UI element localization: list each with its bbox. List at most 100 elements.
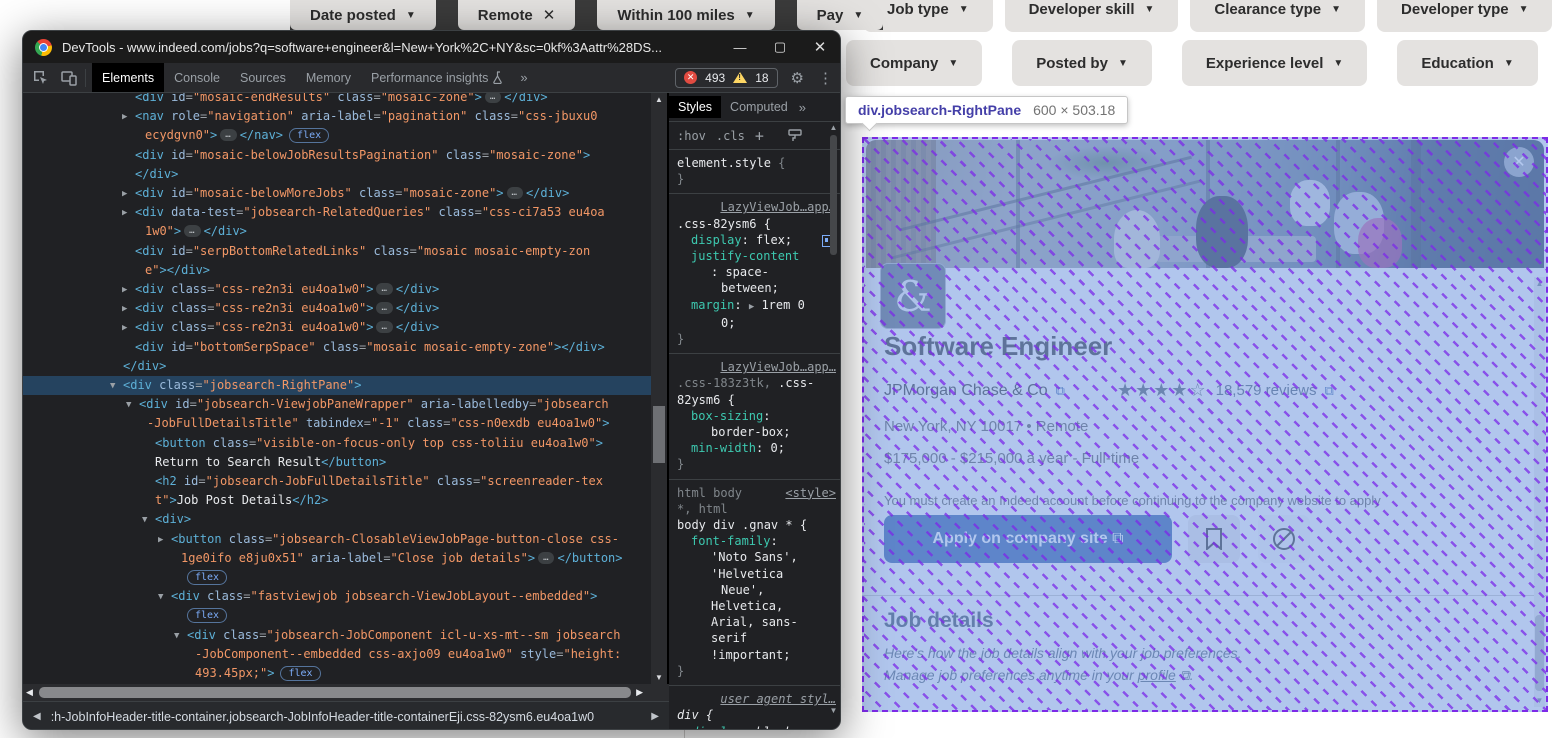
expand-arrow-open-icon[interactable]: ▼ bbox=[142, 511, 147, 530]
css-line[interactable]: *, html bbox=[677, 501, 836, 517]
tab-computed[interactable]: Computed bbox=[721, 96, 797, 118]
expand-arrow-closed-icon[interactable]: ▶ bbox=[122, 185, 127, 204]
css-line[interactable]: } bbox=[677, 663, 836, 679]
css-line[interactable]: justify-content bbox=[677, 248, 836, 264]
apply-button[interactable]: Apply on company site ⧉ bbox=[884, 515, 1172, 563]
flex-badge[interactable]: flex bbox=[187, 570, 227, 585]
minimize-button[interactable]: — bbox=[720, 31, 760, 63]
css-line[interactable]: 'Helvetica bbox=[677, 566, 836, 582]
inspect-element-icon[interactable] bbox=[31, 68, 51, 88]
dom-node[interactable]: ▼<div class="fastviewjob jobsearch-ViewJ… bbox=[23, 587, 651, 606]
dom-node[interactable]: ▶<div data-test="jobsearch-RelatedQuerie… bbox=[23, 203, 651, 222]
filter-developer-type[interactable]: Developer type▼ bbox=[1377, 0, 1552, 32]
filter-education[interactable]: Education▼ bbox=[1397, 40, 1537, 86]
css-line[interactable]: min-width: 0; bbox=[677, 440, 836, 456]
close-job-pane-button[interactable]: ✕ bbox=[1504, 147, 1534, 177]
css-line[interactable]: serif bbox=[677, 630, 836, 646]
expand-ellipsis-button[interactable]: … bbox=[507, 187, 523, 199]
expand-arrow-closed-icon[interactable]: ▶ bbox=[158, 531, 163, 550]
css-line[interactable]: element.style { bbox=[677, 155, 836, 171]
device-toolbar-icon[interactable] bbox=[59, 68, 79, 88]
more-tabs-button[interactable]: » bbox=[514, 70, 533, 85]
dom-node[interactable]: 1ge0ifo e8ju0x51" aria-label="Close job … bbox=[23, 549, 651, 568]
not-interested-button[interactable] bbox=[1258, 515, 1310, 563]
profile-link[interactable]: profile bbox=[1138, 667, 1176, 683]
expand-arrow-open-icon[interactable]: ▼ bbox=[110, 377, 115, 396]
dom-node-selected[interactable]: ▼<div class="jobsearch-RightPane"> bbox=[23, 376, 651, 395]
expand-arrow-closed-icon[interactable]: ▶ bbox=[122, 204, 127, 223]
tab-console[interactable]: Console bbox=[164, 63, 230, 92]
expand-arrow-open-icon[interactable]: ▼ bbox=[126, 396, 131, 415]
breadcrumb-left-icon[interactable]: ◀ bbox=[23, 711, 51, 722]
expand-arrow-closed-icon[interactable]: ▶ bbox=[122, 300, 127, 319]
dom-node[interactable]: <div id="mosaic-belowJobResultsPaginatio… bbox=[23, 146, 651, 165]
expand-arrow-closed-icon[interactable]: ▶ bbox=[122, 108, 127, 127]
maximize-button[interactable]: ▢ bbox=[760, 31, 800, 63]
scrollbar-thumb[interactable] bbox=[653, 406, 665, 463]
css-line[interactable]: Arial, sans- bbox=[677, 614, 836, 630]
dom-node[interactable]: <h2 id="jobsearch-JobFullDetailsTitle" c… bbox=[23, 472, 651, 491]
expand-ellipsis-button[interactable]: … bbox=[376, 302, 392, 314]
css-line[interactable]: } bbox=[677, 331, 836, 347]
filter-clearance-type[interactable]: Clearance type▼ bbox=[1190, 0, 1365, 32]
dom-node[interactable]: ▼<div id="jobsearch-ViewjobPaneWrapper" … bbox=[23, 395, 651, 414]
new-style-rule-button[interactable]: + bbox=[755, 127, 764, 145]
styles-scrollbar[interactable]: ▲ ▼ bbox=[828, 123, 839, 723]
company-link[interactable]: JPMorgan Chase & Co bbox=[884, 382, 1048, 400]
tab-memory[interactable]: Memory bbox=[296, 63, 361, 92]
toggle-element-state-button[interactable]: :hov bbox=[677, 129, 706, 143]
filter-date-posted[interactable]: Date posted▼ bbox=[290, 0, 436, 30]
dom-node[interactable]: t">Job Post Details</h2> bbox=[23, 491, 651, 510]
flex-badge[interactable]: flex bbox=[280, 666, 320, 681]
css-line[interactable]: body div .gnav * { bbox=[677, 517, 836, 533]
filter-posted-by[interactable]: Posted by▼ bbox=[1012, 40, 1152, 86]
css-line[interactable]: .css-183z3tk, .css- bbox=[677, 375, 836, 391]
dom-node[interactable]: ecydgvn0">…</nav>flex bbox=[23, 126, 651, 145]
elements-horizontal-scrollbar[interactable]: ◀ ▶ bbox=[23, 684, 669, 701]
scrollbar-thumb[interactable] bbox=[830, 135, 837, 255]
dom-node[interactable]: -JobComponent--embedded css-axjo09 eu4oa… bbox=[23, 645, 651, 664]
dom-node[interactable]: </div> bbox=[23, 357, 651, 376]
settings-gear-icon[interactable]: ⚙ bbox=[784, 69, 811, 87]
expand-ellipsis-button[interactable]: … bbox=[485, 93, 501, 103]
dom-node[interactable]: ▼<div> bbox=[23, 510, 651, 529]
dom-node[interactable]: flex bbox=[23, 568, 651, 587]
menu-dots-icon[interactable]: ⋮ bbox=[811, 69, 840, 87]
filter-experience-level[interactable]: Experience level▼ bbox=[1182, 40, 1367, 86]
stylesheet-link[interactable]: user agent styl… bbox=[720, 691, 836, 707]
css-line[interactable]: : space- bbox=[677, 264, 836, 280]
css-declaration-overridden[interactable]: display: block; bbox=[677, 724, 836, 731]
css-line[interactable]: 82ysm6 { bbox=[677, 392, 836, 408]
expand-arrow-open-icon[interactable]: ▼ bbox=[158, 588, 163, 607]
css-line[interactable]: } bbox=[677, 171, 836, 187]
elements-vertical-scrollbar[interactable]: ▲ ▼ bbox=[651, 93, 667, 684]
devtools-titlebar[interactable]: DevTools - www.indeed.com/jobs?q=softwar… bbox=[23, 31, 840, 63]
css-line[interactable]: !important; bbox=[677, 647, 836, 663]
expand-ellipsis-button[interactable]: … bbox=[220, 129, 236, 141]
dom-node[interactable]: ▶<div class="css-re2n3i eu4oa1w0">…</div… bbox=[23, 299, 651, 318]
filter-developer-skill[interactable]: Developer skill▼ bbox=[1005, 0, 1179, 32]
breadcrumb[interactable]: :h-JobInfoHeader-title-container.jobsear… bbox=[51, 710, 642, 724]
expand-ellipsis-button[interactable]: … bbox=[538, 552, 554, 564]
element-classes-button[interactable]: .cls bbox=[716, 129, 745, 143]
dom-node[interactable]: <div id="serpBottomRelatedLinks" class="… bbox=[23, 242, 651, 261]
save-job-button[interactable] bbox=[1188, 515, 1240, 563]
stylesheet-link[interactable]: LazyViewJob…app… bbox=[720, 199, 836, 215]
dom-node[interactable]: e"></div> bbox=[23, 261, 651, 280]
dom-node[interactable]: <div id="mosaic-endResults" class="mosai… bbox=[23, 93, 651, 107]
css-line[interactable]: display: flex; bbox=[677, 232, 836, 248]
css-line[interactable]: } bbox=[677, 456, 836, 472]
filter-company[interactable]: Company▼ bbox=[846, 40, 982, 86]
dom-node[interactable]: ▶<div class="css-re2n3i eu4oa1w0">…</div… bbox=[23, 280, 651, 299]
dom-node[interactable]: ▼<div class="jobsearch-JobComponent icl-… bbox=[23, 626, 651, 645]
close-button[interactable]: ✕ bbox=[800, 31, 840, 63]
dom-node[interactable]: -JobFullDetailsTitle" tabindex="-1" clas… bbox=[23, 414, 651, 433]
css-line[interactable]: between; bbox=[677, 280, 836, 296]
css-line[interactable]: box-sizing: bbox=[677, 408, 836, 424]
tab-sources[interactable]: Sources bbox=[230, 63, 296, 92]
breadcrumb-right-icon[interactable]: ▶ bbox=[641, 711, 669, 722]
dom-node[interactable]: ▶<nav role="navigation" aria-label="pagi… bbox=[23, 107, 651, 126]
expand-arrow-closed-icon[interactable]: ▶ bbox=[122, 319, 127, 338]
dom-node[interactable]: <button class="visible-on-focus-only top… bbox=[23, 434, 651, 453]
tab-styles[interactable]: Styles bbox=[669, 96, 721, 118]
